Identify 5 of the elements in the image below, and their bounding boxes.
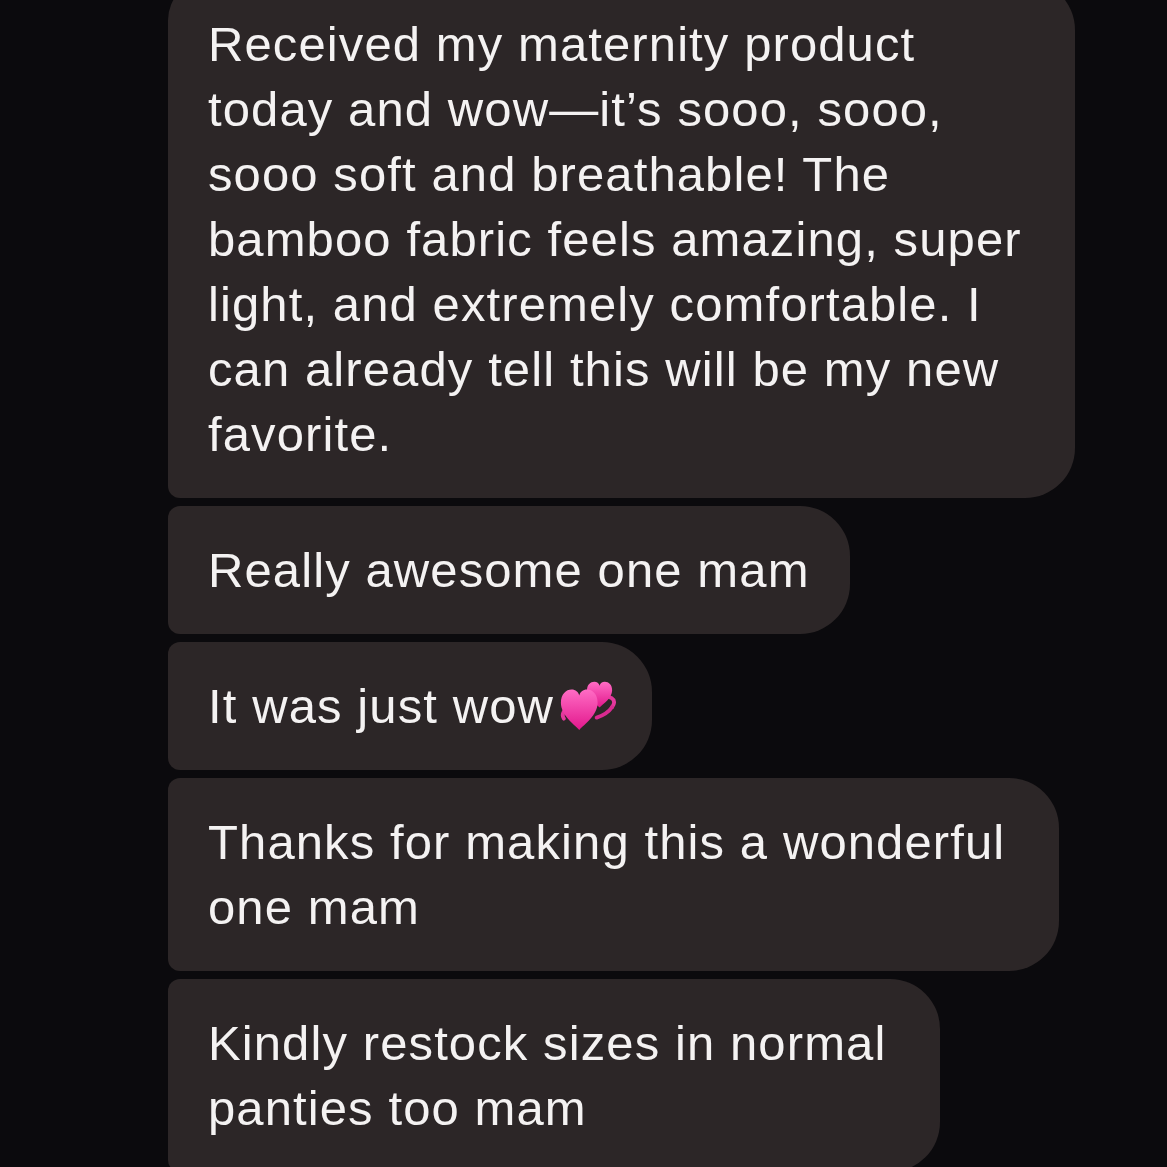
message-text: Kindly restock sizes in normal panties too mam	[208, 1015, 887, 1137]
message-text: Thanks for making this a wonderful one mam	[208, 814, 1006, 936]
message-text: It was just wow	[208, 678, 554, 735]
message-text: Really awesome one mam	[208, 542, 810, 599]
message-text: Received my maternity product today and wow—it’s sooo, sooo, sooo soft and breathable! The bamboo fabric feels amazing, super light, and extremely comfortable. I can already tell this will be my new favorite.	[208, 16, 1022, 463]
